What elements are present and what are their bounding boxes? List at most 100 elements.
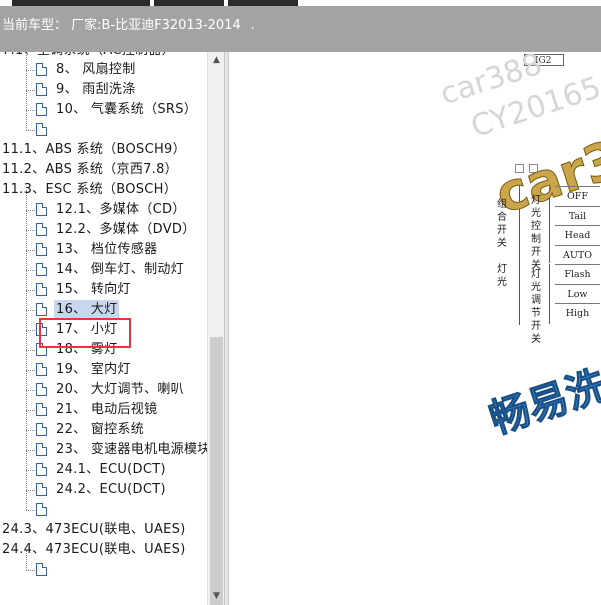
tree-item-label: 13、 档位传感器 — [56, 242, 158, 257]
document-icon — [36, 383, 47, 396]
switch-group-char: 关 — [497, 238, 507, 249]
tree-item-label: 24.1、ECU(DCT) — [56, 462, 166, 477]
tree-leaf-item[interactable] — [0, 120, 207, 140]
light-control-switch-char: 开 — [531, 247, 541, 258]
light-control-switch-char: 光 — [531, 208, 541, 219]
tree-connector-dots — [26, 90, 35, 91]
tree-item-label: 24.2、ECU(DCT) — [56, 482, 166, 497]
document-icon — [36, 223, 47, 236]
switch-position-label: Flash — [555, 264, 600, 283]
tree-connector-dots — [26, 390, 35, 391]
tree-item-label: 15、 转向灯 — [56, 282, 131, 297]
tree-connector-dots — [26, 330, 35, 331]
switch-group-char: 组 — [497, 199, 507, 210]
watermark-brand: 畅易洗 — [484, 362, 601, 444]
switch-position-label: Tail — [555, 205, 600, 225]
watermark-code: CY20165 — [466, 70, 601, 145]
current-model-label: 当前车型： 厂家:B-比亚迪F32013-2014. — [2, 14, 255, 33]
tree-item-label: 19、 室内灯 — [56, 362, 131, 377]
tree-connector-dots — [26, 110, 35, 111]
tree-folder-item[interactable]: 24.4、473ECU(联电、UAES) — [0, 540, 207, 560]
tree-connector-dots — [26, 350, 35, 351]
tree-item-label: 12.1、多媒体（CD） — [56, 202, 186, 217]
document-icon — [36, 403, 47, 416]
tree-leaf-item[interactable]: 19、 室内灯 — [0, 360, 207, 380]
tree-leaf-item[interactable]: 10、 气囊系统（SRS） — [0, 100, 207, 120]
tree-item-label: 24.4、473ECU(联电、UAES) — [2, 542, 186, 557]
switch-group-char: 开 — [497, 225, 507, 236]
switch-position-label: Head — [555, 225, 600, 244]
tree-scrollbar[interactable]: ▲ ▼ — [207, 52, 224, 605]
diagram-corner-mark — [515, 164, 524, 173]
tree-leaf-item[interactable]: 20、 大灯调节、喇叭 — [0, 380, 207, 400]
tree-item-label: 8、 风扇控制 — [56, 62, 136, 77]
tree-leaf-item[interactable]: 8、 风扇控制 — [0, 60, 207, 80]
tree-leaf-item[interactable]: 12.2、多媒体（DVD） — [0, 220, 207, 240]
switch-position-label: AUTO — [555, 244, 600, 264]
tree-leaf-item[interactable] — [0, 560, 207, 580]
tree-connector-dots — [26, 470, 35, 471]
light-adjust-switch-char: 开 — [531, 321, 541, 332]
light-adjust-switch-char: 关 — [531, 334, 541, 345]
tree-connector-dots — [26, 510, 35, 511]
scroll-up-arrow-icon[interactable]: ▲ — [208, 52, 225, 69]
tree-item-label: 11.3、ESC 系统（BOSCH） — [2, 182, 178, 197]
document-icon — [36, 463, 47, 476]
tree-connector-dots — [26, 250, 35, 251]
document-icon — [36, 363, 47, 376]
tree-item-label-selected: 16、 大灯 — [54, 300, 120, 320]
document-icon — [36, 243, 47, 256]
tree-connector-dots — [26, 290, 35, 291]
tree-leaf-item[interactable]: 23、 变速器电机电源模块 — [0, 440, 207, 460]
switch-position-label: Low — [555, 283, 600, 303]
tree-connector-dots — [26, 270, 35, 271]
tree-item-label: 21、 电动后视镜 — [56, 402, 158, 417]
tree-item-label: 22、 窗控系统 — [56, 422, 145, 437]
header-trailing-mark: . — [250, 18, 255, 33]
document-icon — [36, 103, 47, 116]
tree-folder-item[interactable]: 11.3、ESC 系统（BOSCH） — [0, 180, 207, 200]
document-icon — [36, 263, 47, 276]
current-model-text: 当前车型： 厂家:B-比亚迪F32013-2014 — [2, 18, 241, 33]
switch-bracket-1 — [549, 187, 550, 263]
tree-leaf-item[interactable]: 9、 雨刮洗涤 — [0, 80, 207, 100]
tree-item-label: 23、 变速器电机电源模块 — [56, 442, 207, 457]
light-adjust-switch-char: 光 — [531, 282, 541, 293]
switch-group-char: 合 — [497, 212, 507, 223]
document-icon — [36, 443, 47, 456]
document-viewer[interactable]: IG2 car388 CY20165 car38 畅易洗 组合开关灯光灯光控制开… — [229, 52, 601, 605]
tree-connector-dots — [26, 490, 35, 491]
switch-bracket-2 — [549, 264, 550, 324]
tree-leaf-item[interactable]: 13、 档位传感器 — [0, 240, 207, 260]
tree-item-label: 11.2、ABS 系统（京西7.8） — [2, 162, 178, 177]
light-control-switch-char: 灯 — [531, 195, 541, 206]
document-icon — [36, 203, 47, 216]
tree-leaf-item[interactable]: 15、 转向灯 — [0, 280, 207, 300]
tree-folder-item[interactable]: 11.1、ABS 系统（BOSCH9） — [0, 140, 207, 160]
document-icon — [36, 423, 47, 436]
tree-leaf-item[interactable]: 16、 大灯 — [0, 300, 207, 320]
tree-item-label: 20、 大灯调节、喇叭 — [56, 382, 184, 397]
tree-connector-dots — [26, 310, 35, 311]
tree-leaf-item[interactable]: 14、 倒车灯、制动灯 — [0, 260, 207, 280]
document-icon — [36, 563, 47, 576]
switch-position-label: High — [555, 303, 600, 322]
light-adjust-switch-char: 灯 — [531, 269, 541, 280]
tree-item-label: 11.1、ABS 系统（BOSCH9） — [2, 142, 186, 157]
tree-connector-dots — [26, 210, 35, 211]
document-icon — [36, 483, 47, 496]
tree-leaf-item[interactable]: 24.2、ECU(DCT) — [0, 480, 207, 500]
tree-leaf-item[interactable]: 21、 电动后视镜 — [0, 400, 207, 420]
tree-leaf-item[interactable]: 22、 窗控系统 — [0, 420, 207, 440]
highlight-annotation-box — [39, 318, 131, 348]
scroll-down-arrow-icon[interactable]: ▼ — [208, 588, 225, 605]
tree-leaf-item[interactable] — [0, 500, 207, 520]
tree-leaf-item[interactable]: 24.1、ECU(DCT) — [0, 460, 207, 480]
tree-folder-item[interactable]: 11.2、ABS 系统（京西7.8） — [0, 160, 207, 180]
light-control-switch-char: 控 — [531, 221, 541, 232]
tree-folder-item[interactable]: 24.3、473ECU(联电、UAES) — [0, 520, 207, 540]
tree-leaf-item[interactable]: 12.1、多媒体（CD） — [0, 200, 207, 220]
scroll-thumb[interactable] — [210, 337, 223, 605]
tree-connector-dots — [26, 230, 35, 231]
document-icon — [36, 123, 47, 136]
